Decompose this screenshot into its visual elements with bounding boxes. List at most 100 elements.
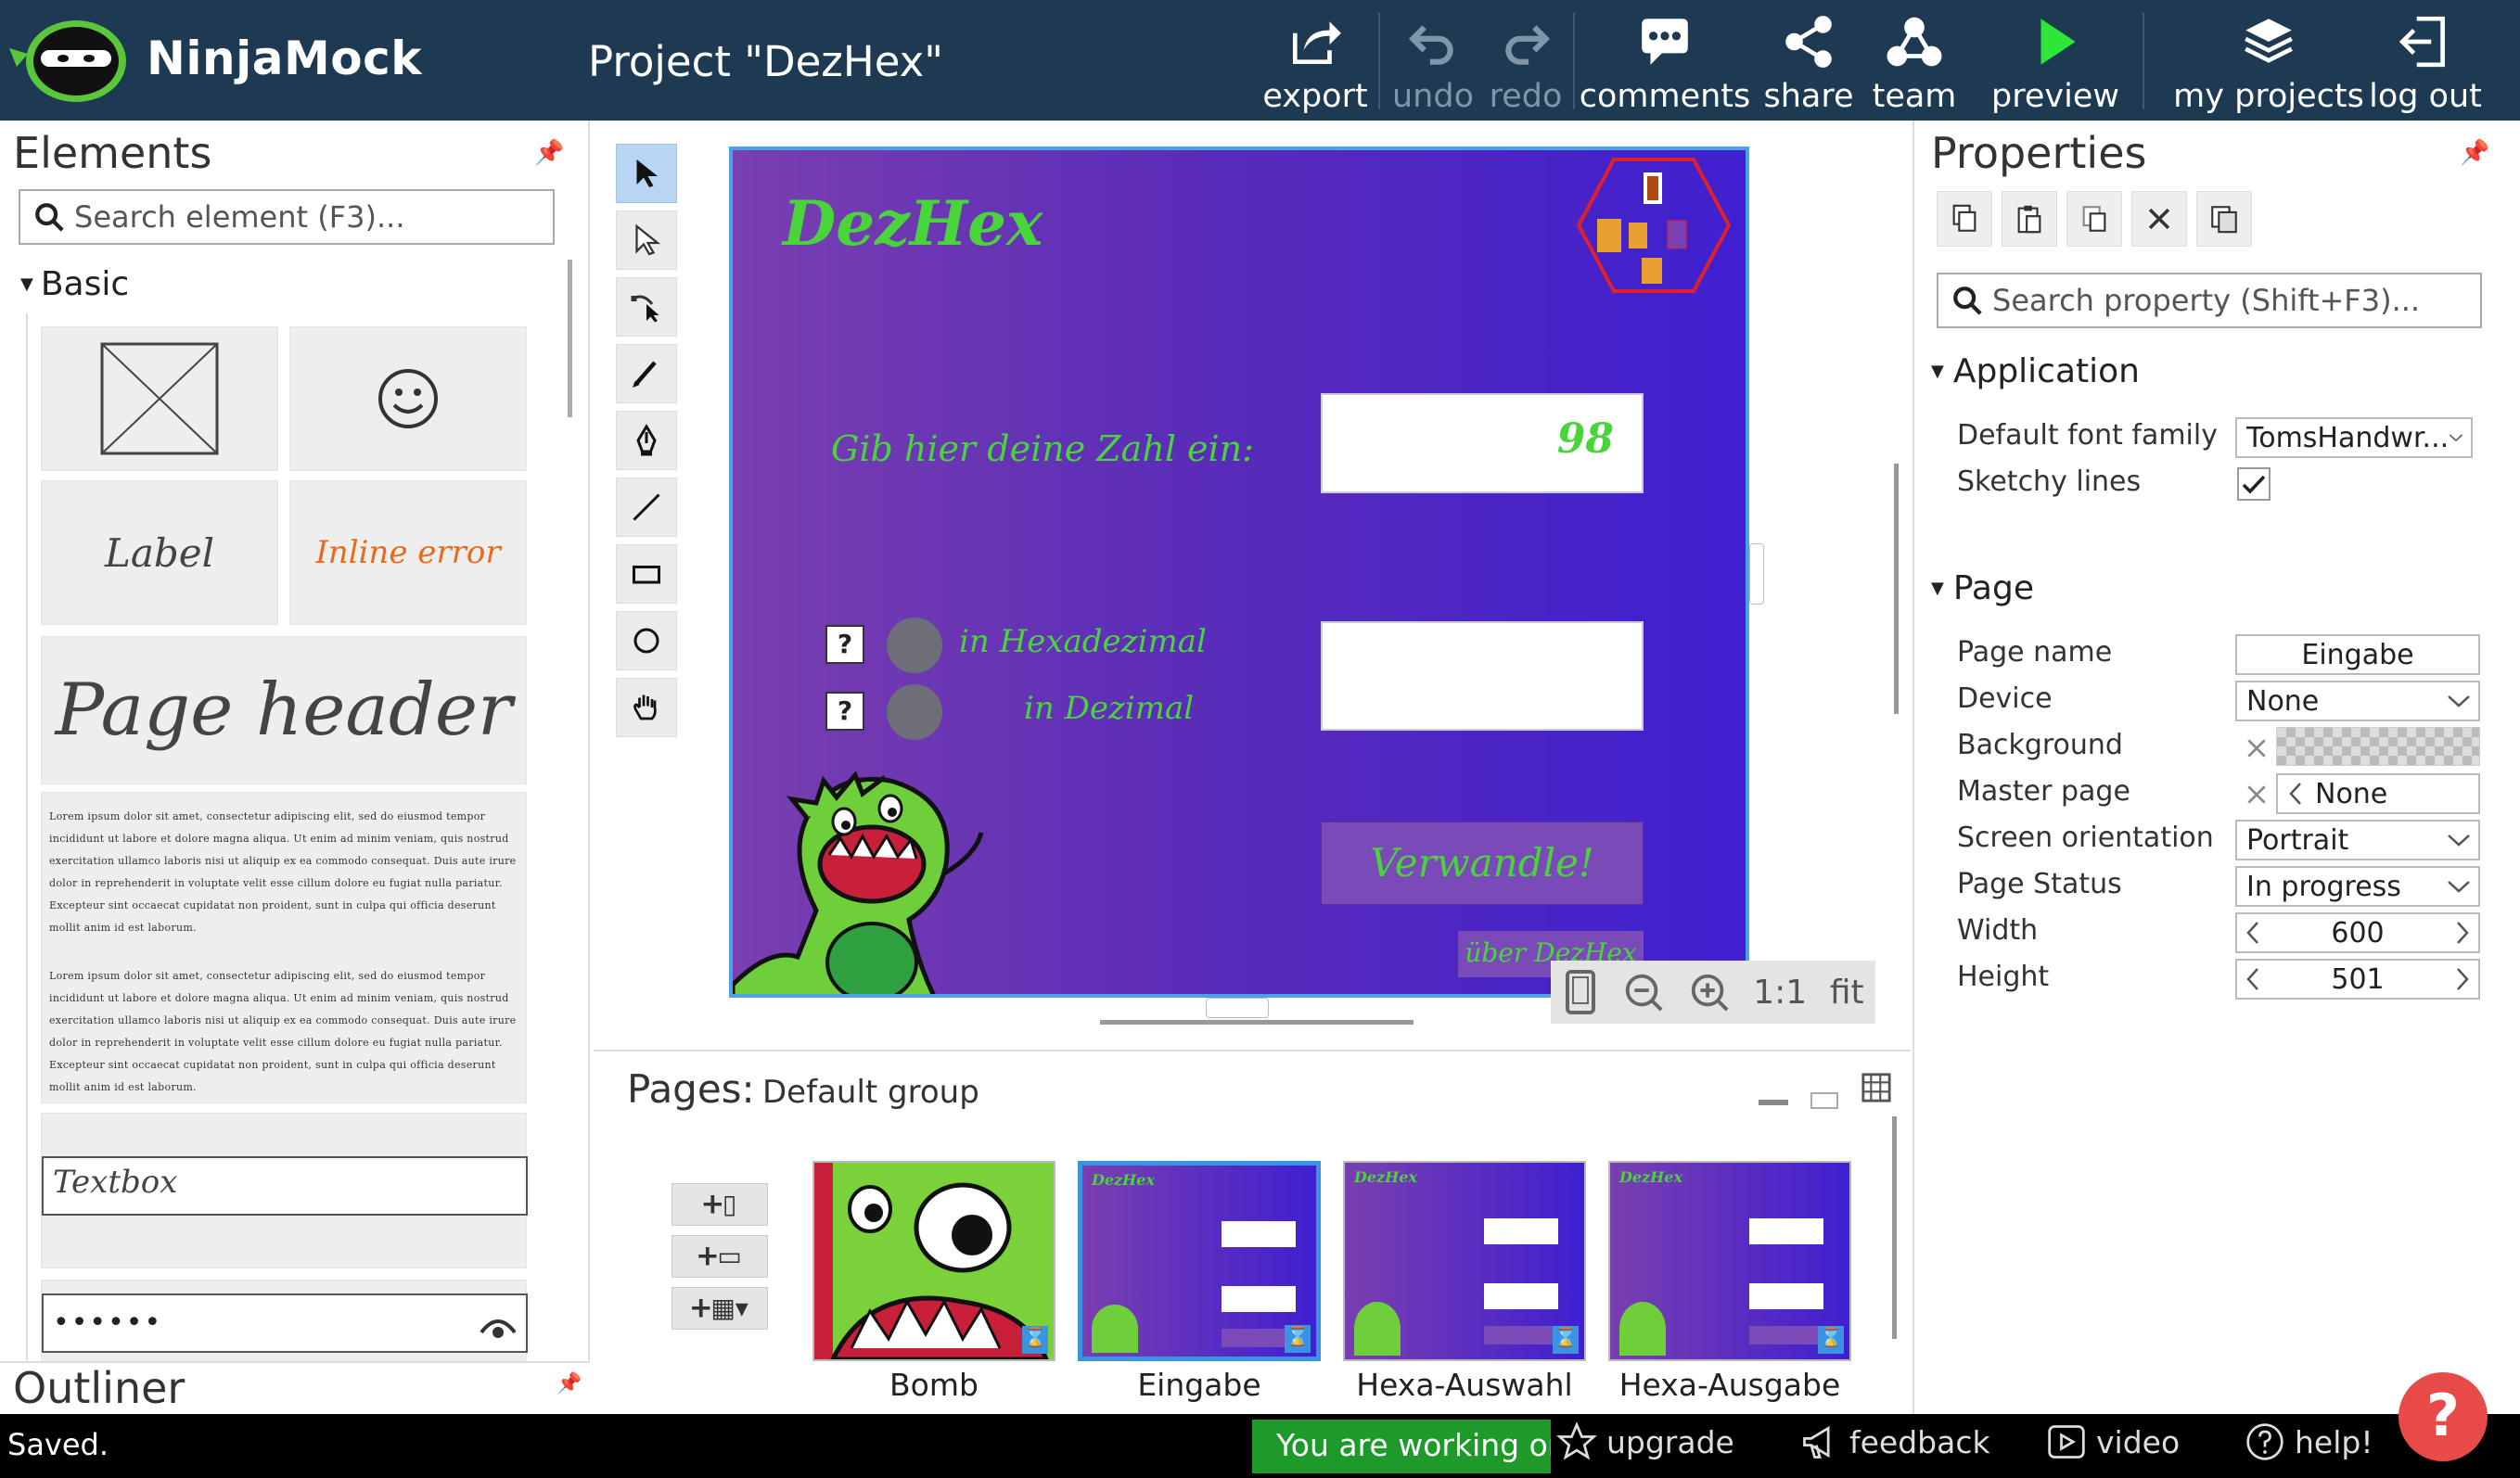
icon-tile[interactable] xyxy=(289,326,527,471)
minimize-icon[interactable] xyxy=(1759,1100,1788,1105)
delete-button[interactable] xyxy=(2131,191,2187,247)
property-search-input[interactable]: Search property (Shift+F3)... xyxy=(1937,273,2482,328)
image-placeholder-tile[interactable] xyxy=(41,326,278,471)
preview-button[interactable]: preview xyxy=(1990,7,2120,117)
screen-orientation-select[interactable]: Portrait xyxy=(2235,820,2480,860)
application-section-header[interactable]: ▼ Application xyxy=(1931,352,2140,390)
mock-number-input[interactable]: 98 xyxy=(1321,393,1644,493)
canvas-resize-handle-bottom[interactable] xyxy=(1206,998,1269,1018)
comments-button[interactable]: comments xyxy=(1580,7,1750,117)
pencil-tool[interactable] xyxy=(616,344,677,403)
ellipse-tool[interactable] xyxy=(616,611,677,670)
add-landscape-page-button[interactable]: ➕︎▭ xyxy=(672,1235,768,1278)
zoom-one-to-one-button[interactable]: 1:1 xyxy=(1753,974,1807,1012)
add-template-page-button[interactable]: ➕︎▦▾ xyxy=(672,1287,768,1330)
page-status-select[interactable]: In progress xyxy=(2235,866,2480,907)
grid-view-icon[interactable] xyxy=(1861,1072,1892,1103)
log-out-button[interactable]: log out xyxy=(2365,7,2486,117)
decrement-icon[interactable] xyxy=(2245,967,2261,991)
pages-scrollbar[interactable] xyxy=(1892,1116,1897,1339)
canvas-vertical-scrollbar[interactable] xyxy=(1894,464,1899,714)
device-frame-icon[interactable] xyxy=(1562,970,1599,1014)
feedback-link[interactable]: feedback xyxy=(1799,1421,1990,1462)
upgrade-link[interactable]: upgrade xyxy=(1556,1421,1734,1462)
device-select[interactable]: None xyxy=(2235,681,2480,721)
master-page-select[interactable]: None xyxy=(2276,773,2480,814)
increment-icon[interactable] xyxy=(2454,921,2471,945)
textbox-tile[interactable]: Textbox xyxy=(41,1113,528,1268)
height-stepper[interactable]: 501 xyxy=(2235,959,2480,1000)
team-button[interactable]: team xyxy=(1870,7,1959,117)
select-tool[interactable] xyxy=(616,144,677,203)
path-select-tool[interactable] xyxy=(616,277,677,337)
mock-logo-text[interactable]: DezHex xyxy=(783,187,1043,260)
pin-icon[interactable]: 📌 xyxy=(534,139,564,167)
copy-button[interactable] xyxy=(1937,191,1992,247)
path-pointer-icon xyxy=(631,295,659,323)
clear-master-page-icon[interactable] xyxy=(2245,783,2269,807)
mock-help-icon[interactable]: ? xyxy=(825,625,864,664)
duplicate-icon xyxy=(2211,206,2237,234)
undo-button[interactable]: undo xyxy=(1391,7,1475,117)
zoom-fit-button[interactable]: fit xyxy=(1830,974,1864,1012)
redo-button[interactable]: redo xyxy=(1484,7,1567,117)
paste-style-button[interactable] xyxy=(2066,191,2122,247)
width-stepper[interactable]: 600 xyxy=(2235,912,2480,953)
clear-background-icon[interactable] xyxy=(2245,736,2269,760)
video-link[interactable]: video xyxy=(2046,1421,2180,1462)
inline-error-tile[interactable]: Inline error xyxy=(289,480,527,625)
video-play-icon xyxy=(2048,1425,2085,1459)
share-button[interactable]: share xyxy=(1762,7,1855,117)
thumb-logo-text: DezHex xyxy=(1354,1168,1417,1186)
help-bubble-icon[interactable]: ? xyxy=(2398,1372,2488,1461)
paste-button[interactable] xyxy=(2002,191,2057,247)
page-section-header[interactable]: ▼ Page xyxy=(1931,569,2034,607)
zoom-in-icon[interactable] xyxy=(1688,971,1731,1013)
page-thumbnail-bomb[interactable]: ⌛ xyxy=(812,1161,1055,1361)
height-label: Height xyxy=(1957,961,2050,993)
mock-radio-dec[interactable] xyxy=(887,684,942,740)
elements-scrollbar[interactable] xyxy=(568,260,572,417)
rectangle-tool[interactable] xyxy=(616,544,677,604)
increment-icon[interactable] xyxy=(2454,967,2471,991)
page-thumbnail-hexa-auswahl[interactable]: DezHex ⌛ xyxy=(1343,1161,1586,1361)
decrement-icon[interactable] xyxy=(2245,921,2261,945)
page-thumbnail-hexa-ausgabe[interactable]: DezHex ⌛ xyxy=(1608,1161,1851,1361)
canvas-resize-handle-right[interactable] xyxy=(1749,543,1764,605)
page-name-input[interactable]: Eingabe xyxy=(2235,634,2480,675)
zoom-out-icon[interactable] xyxy=(1622,971,1665,1013)
add-page-button[interactable]: ➕︎▯ xyxy=(672,1183,768,1226)
hex-badge-icon[interactable] xyxy=(1575,154,1733,297)
duplicate-button[interactable] xyxy=(2196,191,2252,247)
help-link[interactable]: help! xyxy=(2245,1421,2373,1462)
background-color-swatch[interactable] xyxy=(2276,727,2480,766)
element-search-input[interactable]: Search element (F3)... xyxy=(19,189,555,245)
mock-radio-hex[interactable] xyxy=(887,618,942,673)
page-thumbnail-eingabe[interactable]: DezHex ⌛ xyxy=(1078,1161,1321,1361)
layers-icon xyxy=(2245,19,2293,63)
mock-result-output[interactable] xyxy=(1321,621,1644,731)
hand-tool[interactable] xyxy=(616,678,677,737)
properties-pin-icon[interactable]: 📌 xyxy=(2460,139,2489,167)
page-status-label: Page Status xyxy=(1957,868,2122,900)
strip-view-icon[interactable] xyxy=(1810,1092,1838,1109)
property-search-placeholder: Search property (Shift+F3)... xyxy=(1992,283,2421,318)
direct-select-tool[interactable] xyxy=(616,210,677,270)
default-font-family-select[interactable]: TomsHandwr... xyxy=(2235,417,2473,458)
outliner-pin-icon[interactable]: 📌 xyxy=(556,1372,582,1395)
mockup-page-eingabe[interactable]: DezHex Gib hier deine Zahl ein: 98 ? in … xyxy=(729,147,1749,998)
mock-convert-button[interactable]: Verwandle! xyxy=(1321,822,1644,905)
export-button[interactable]: export xyxy=(1262,7,1368,117)
sketchy-lines-checkbox[interactable] xyxy=(2237,467,2271,501)
app-window: NinjaMock Project "DezHex" export undo r… xyxy=(0,0,2520,1478)
pen-tool[interactable] xyxy=(616,411,677,470)
my-projects-button[interactable]: my projects xyxy=(2157,7,2380,117)
page-header-tile[interactable]: Page header xyxy=(41,636,527,784)
canvas-horizontal-scrollbar[interactable] xyxy=(1100,1020,1414,1025)
group-basic-header[interactable]: ▼ Basic xyxy=(20,265,129,303)
mock-help-icon[interactable]: ? xyxy=(825,692,864,731)
line-tool[interactable] xyxy=(616,478,677,537)
label-tile[interactable]: Label xyxy=(41,480,278,625)
paragraph-tile[interactable]: Lorem ipsum dolor sit amet, consectetur … xyxy=(41,792,527,1103)
pages-group-name[interactable]: Default group xyxy=(762,1074,979,1111)
